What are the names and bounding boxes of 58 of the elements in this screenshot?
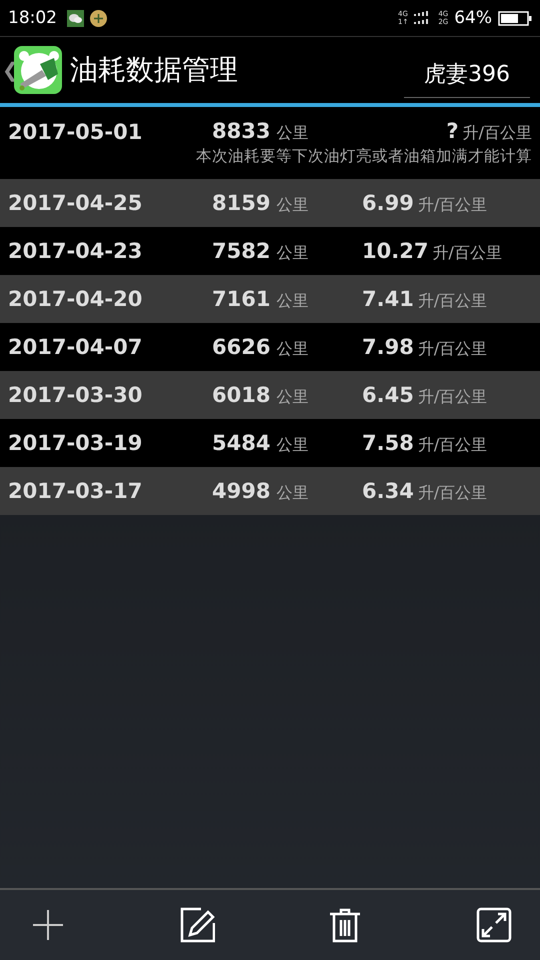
record-date: 2017-04-23 (8, 239, 144, 263)
record-row[interactable]: 2017-04-07 6626 公里 7.98 升/百公里 (0, 323, 540, 371)
consumption-unit: 升/百公里 (418, 194, 488, 216)
vehicle-selector[interactable]: 虎妻396 (404, 52, 530, 98)
record-row[interactable]: 2017-05-01 8833 公里 ? 升/百公里 本次油耗要等下次油灯亮或者油箱加满才能计算 (0, 107, 540, 179)
record-date: 2017-03-17 (8, 479, 144, 503)
record-date: 2017-03-19 (8, 431, 144, 455)
record-date: 2017-04-20 (8, 287, 144, 311)
mileage-unit: 公里 (276, 434, 308, 456)
consumption-value: 6.45 (362, 382, 414, 406)
consumption-unit: 升/百公里 (462, 123, 532, 144)
mileage-value: 8833 (212, 119, 270, 143)
battery-icon (498, 10, 532, 26)
record-date: 2017-03-30 (8, 383, 144, 407)
consumption-value: 10.27 (362, 238, 428, 262)
consumption-value: 6.99 (362, 190, 414, 214)
mileage-value: 8159 (212, 190, 270, 214)
fuel-nozzle-logo (14, 46, 62, 94)
consumption-unit: 升/百公里 (418, 338, 488, 360)
consumption-value: 6.34 (362, 478, 414, 502)
mileage-unit: 公里 (276, 482, 308, 504)
consumption-unit: 升/百公里 (432, 242, 502, 264)
consumption-unit: 升/百公里 (418, 386, 488, 408)
record-row[interactable]: 2017-04-20 7161 公里 7.41 升/百公里 (0, 275, 540, 323)
app-title: 油耗数据管理 (70, 52, 238, 88)
consumption-unit: 升/百公里 (418, 290, 488, 312)
mileage-unit: 公里 (276, 386, 308, 408)
battery-percent: 64% (454, 8, 492, 28)
consumption-value: 7.98 (362, 334, 414, 358)
record-row[interactable]: 2017-04-25 8159 公里 6.99 升/百公里 (0, 179, 540, 227)
status-time: 18:02 (8, 8, 57, 28)
record-date: 2017-04-25 (8, 191, 144, 215)
plus-app-icon (90, 10, 107, 26)
record-row[interactable]: 2017-04-23 7582 公里 10.27 升/百公里 (0, 227, 540, 275)
record-row[interactable]: 2017-03-17 4998 公里 6.34 升/百公里 (0, 467, 540, 515)
record-row[interactable]: 2017-03-30 6018 公里 6.45 升/百公里 (0, 371, 540, 419)
mileage-value: 7582 (212, 238, 270, 262)
mileage-value: 6018 (212, 382, 270, 406)
record-date: 2017-04-07 (8, 335, 144, 359)
mileage-unit: 公里 (276, 194, 308, 216)
back-button[interactable]: ❮ (2, 58, 14, 82)
record-note: 本次油耗要等下次油灯亮或者油箱加满才能计算 (195, 146, 532, 167)
record-date: 2017-05-01 (8, 120, 144, 144)
consumption-value: ? (446, 119, 459, 143)
mileage-unit: 公里 (276, 290, 308, 312)
mileage-unit: 公里 (276, 242, 308, 264)
consumption-value: 7.58 (362, 430, 414, 454)
mileage-value: 5484 (212, 430, 270, 454)
mileage-unit: 公里 (276, 123, 308, 144)
consumption-unit: 升/百公里 (418, 434, 488, 456)
record-row[interactable]: 2017-03-19 5484 公里 7.58 升/百公里 (0, 419, 540, 467)
mileage-value: 4998 (212, 478, 270, 502)
mileage-value: 7161 (212, 286, 270, 310)
consumption-unit: 升/百公里 (418, 482, 488, 504)
mileage-value: 6626 (212, 334, 270, 358)
chat-app-icon (67, 10, 84, 26)
mileage-unit: 公里 (276, 338, 308, 360)
consumption-value: 7.41 (362, 286, 414, 310)
